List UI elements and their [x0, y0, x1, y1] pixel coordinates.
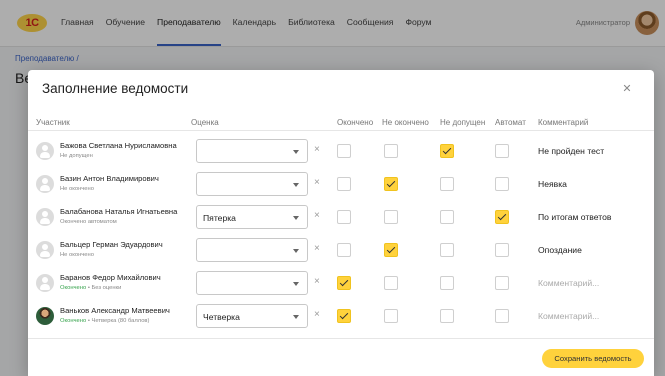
participant-name: Ваньков Александр Матвеевич — [60, 306, 170, 315]
checkbox-not-done[interactable] — [384, 276, 398, 290]
chevron-down-icon — [293, 216, 299, 220]
grade-sheet-modal: Заполнение ведомости ✕ Участник Оценка О… — [28, 70, 654, 376]
checkbox-not-allowed[interactable] — [440, 309, 454, 323]
avatar-placeholder-icon — [36, 241, 54, 259]
checkbox-auto[interactable] — [495, 144, 509, 158]
grade-select[interactable] — [196, 172, 308, 196]
participant-name: Базин Антон Владимирович — [60, 174, 159, 183]
clear-grade-icon[interactable]: × — [314, 242, 320, 256]
checkbox-not-allowed[interactable] — [440, 210, 454, 224]
checkbox-done[interactable] — [337, 243, 351, 257]
column-header-done: Окончено — [337, 118, 374, 127]
comment-field[interactable]: Не пройден тест — [538, 146, 604, 156]
grade-value: Четверка — [203, 312, 240, 322]
checkbox-auto[interactable] — [495, 309, 509, 323]
checkbox-not-done[interactable] — [384, 177, 398, 191]
table-row: Баранов Федор Михайлович Окончено • Без о… — [28, 267, 654, 300]
checkbox-auto[interactable] — [495, 210, 509, 224]
checkbox-auto[interactable] — [495, 243, 509, 257]
avatar-placeholder-icon — [36, 175, 54, 193]
status-text: Окончено автоматом — [60, 219, 117, 225]
avatar-placeholder-icon — [36, 208, 54, 226]
clear-grade-icon[interactable]: × — [314, 176, 320, 190]
checkbox-not-done[interactable] — [384, 210, 398, 224]
table-row: Базин Антон Владимирович Не окончено × Неяв… — [28, 168, 654, 201]
table-row: Бажова Светлана Нурисламовна Не допущен × Н… — [28, 135, 654, 168]
checkbox-done[interactable] — [337, 309, 351, 323]
checkbox-done[interactable] — [337, 177, 351, 191]
participant-status: Не допущен — [60, 153, 93, 159]
participant-name: Бальцер Герман Эдуардович — [60, 240, 163, 249]
table-row: Бальцер Герман Эдуардович Не окончено × Опо… — [28, 234, 654, 267]
table-row: Ваньков Александр Матвеевич Окончено • Че… — [28, 300, 654, 333]
close-icon[interactable]: ✕ — [622, 84, 632, 95]
participant-name: Баранов Федор Михайлович — [60, 273, 161, 282]
checkbox-not-allowed[interactable] — [440, 144, 454, 158]
clear-grade-icon[interactable]: × — [314, 209, 320, 223]
clear-grade-icon[interactable]: × — [314, 143, 320, 157]
column-header-participant: Участник — [36, 118, 70, 127]
user-photo — [36, 307, 54, 325]
status-extra-text: • Без оценки — [86, 285, 122, 291]
avatar-placeholder-icon — [36, 274, 54, 292]
checkbox-not-done[interactable] — [384, 144, 398, 158]
participant-name: Балабанова Наталья Игнатьевна — [60, 207, 178, 216]
status-text: Не окончено — [60, 252, 94, 258]
chevron-down-icon — [293, 150, 299, 154]
save-sheet-button[interactable]: Сохранить ведомость — [542, 349, 644, 368]
table-row: Балабанова Наталья Игнатьевна Окончено ав… — [28, 201, 654, 234]
grade-select[interactable]: Пятерка — [196, 205, 308, 229]
comment-field[interactable]: Комментарий... — [538, 278, 599, 288]
modal-title: Заполнение ведомости — [42, 81, 189, 96]
checkbox-not-done[interactable] — [384, 309, 398, 323]
participant-status: Не окончено — [60, 252, 94, 258]
column-header-grade: Оценка — [191, 118, 219, 127]
checkbox-not-allowed[interactable] — [440, 243, 454, 257]
comment-field[interactable]: Неявка — [538, 179, 567, 189]
comment-field[interactable]: По итогам ответов — [538, 212, 611, 222]
checkbox-not-allowed[interactable] — [440, 276, 454, 290]
status-text: Не допущен — [60, 153, 93, 159]
checkbox-done[interactable] — [337, 210, 351, 224]
checkbox-auto[interactable] — [495, 276, 509, 290]
comment-field[interactable]: Опоздание — [538, 245, 582, 255]
checkbox-not-allowed[interactable] — [440, 177, 454, 191]
grade-select[interactable] — [196, 271, 308, 295]
grade-select[interactable]: Четверка — [196, 304, 308, 328]
column-header-not-done: Не окончено — [382, 118, 429, 127]
clear-grade-icon[interactable]: × — [314, 275, 320, 289]
chevron-down-icon — [293, 315, 299, 319]
column-header-not-allowed: Не допущен — [440, 118, 486, 127]
status-ok-text: Окончено — [60, 318, 87, 324]
participant-status: Окончено • Без оценки — [60, 285, 121, 291]
checkbox-not-done[interactable] — [384, 243, 398, 257]
clear-grade-icon[interactable]: × — [314, 308, 320, 322]
checkbox-done[interactable] — [337, 276, 351, 290]
footer-divider — [28, 338, 654, 339]
chevron-down-icon — [293, 282, 299, 286]
grade-value: Пятерка — [203, 213, 236, 223]
participant-status: Не окончено — [60, 186, 94, 192]
participant-name: Бажова Светлана Нурисламовна — [60, 141, 177, 150]
grade-select[interactable] — [196, 238, 308, 262]
avatar-placeholder-icon — [36, 142, 54, 160]
checkbox-done[interactable] — [337, 144, 351, 158]
participant-status: Окончено • Четверка (80 баллов) — [60, 318, 149, 324]
column-header-comment: Комментарий — [538, 118, 589, 127]
column-header-auto: Автомат — [495, 118, 526, 127]
status-ok-text: Окончено — [60, 285, 87, 291]
status-text: Не окончено — [60, 186, 94, 192]
status-extra-text: • Четверка (80 баллов) — [86, 318, 150, 324]
grade-select[interactable] — [196, 139, 308, 163]
comment-field[interactable]: Комментарий... — [538, 311, 599, 321]
header-divider — [28, 130, 654, 131]
checkbox-auto[interactable] — [495, 177, 509, 191]
participant-status: Окончено автоматом — [60, 219, 117, 225]
chevron-down-icon — [293, 183, 299, 187]
chevron-down-icon — [293, 249, 299, 253]
